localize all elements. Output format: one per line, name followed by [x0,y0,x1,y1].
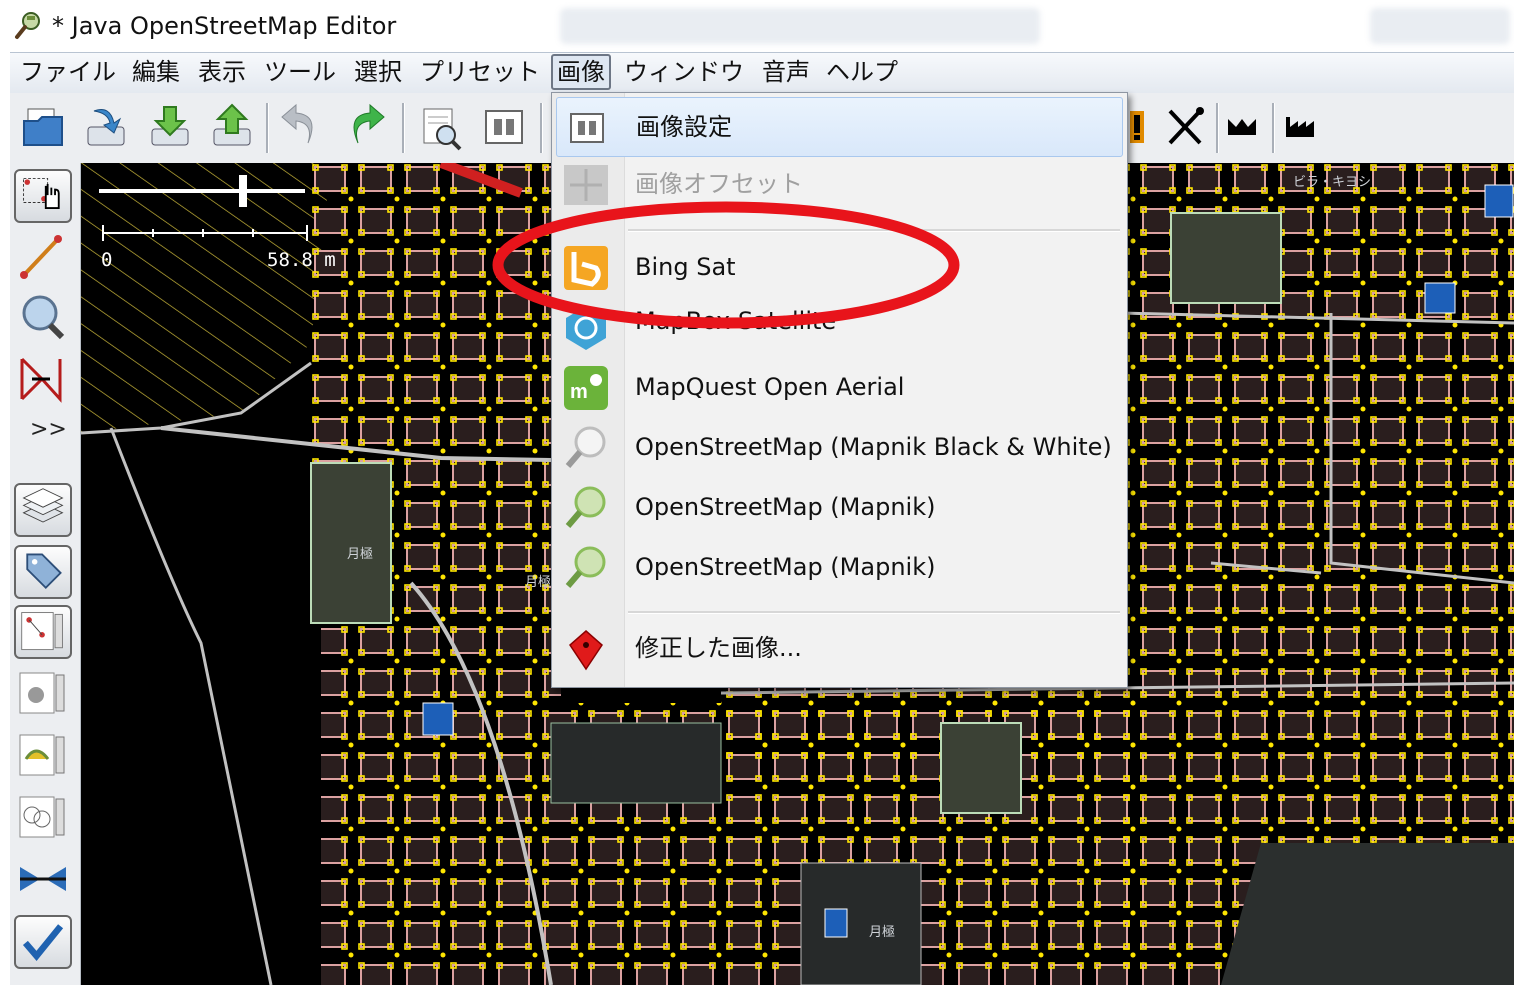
relations-icon[interactable] [14,667,72,721]
menu-item-osm-mapnik-2[interactable]: OpenStreetMap (Mapnik) [552,538,1127,596]
map-parking-label: 月極 [869,925,896,940]
menu-item-label-obscured: MapBox Satellite [635,307,837,335]
menu-audio[interactable]: 音声 [758,53,814,91]
svg-text:m: m [570,381,588,403]
window-title: * Java OpenStreetMap Editor [52,12,397,40]
menu-item-label: OpenStreetMap (Mapnik) [635,493,936,521]
menu-file[interactable]: ファイル [16,53,120,91]
imagery-settings-icon[interactable] [478,101,530,153]
menu-tools[interactable]: ツール [260,53,340,91]
toolbar-separator [266,103,269,153]
menu-item-label: 画像設定 [636,113,732,141]
mapbox-icon [566,306,606,350]
draw-mode-icon[interactable] [14,231,72,285]
select-mode-icon[interactable] [14,169,72,223]
menu-separator [628,611,1120,614]
menu-edit[interactable]: 編集 [128,53,184,91]
map-parking-label: 月極 [347,547,374,562]
menu-item-imagery-preferences[interactable]: 画像設定 [556,97,1123,157]
toolbar-separator [1272,103,1275,153]
menu-item-label: 画像オフセット [635,170,803,198]
menu-view[interactable]: 表示 [194,53,250,91]
josm-logo-icon [15,12,40,39]
menu-select[interactable]: 選択 [350,53,406,91]
upload-icon[interactable] [206,101,258,153]
magnifier-green-icon [565,546,606,588]
menu-item-osm-mapnik-bw[interactable]: OpenStreetMap (Mapnik Black & White) [552,418,1127,476]
magnifier-green-icon [565,486,606,528]
validation-check-icon[interactable] [14,915,72,969]
menu-item-rectified-image[interactable]: 修正した画像... [552,619,1127,677]
undo-icon[interactable] [274,101,326,153]
imagery-menu: 画像設定 画像オフセット Bing Sat MapBox Satellite m… [551,92,1128,688]
selection-list-icon[interactable] [14,605,72,659]
map-building-name-label: ビラ・キヨシ [1293,175,1372,190]
scale-start-label: 0 [101,249,113,271]
menu-item-label: OpenStreetMap (Mapnik Black & White) [635,433,1112,461]
red-pin-icon [569,630,603,671]
imagery-preferences-icon [570,113,604,143]
menu-presets[interactable]: プリセット [416,53,544,91]
more-tools-icon[interactable]: >> [30,417,67,442]
preferences-icon[interactable] [414,101,466,153]
tags-icon[interactable] [14,545,72,599]
redo-icon[interactable] [340,101,392,153]
map-parking-label: 月極 [525,575,552,590]
menu-bar: ファイル 編集 表示 ツール 選択 プリセット 画像 ウィンドウ 音声 ヘルプ [10,52,1514,94]
menu-item-mapbox-satellite[interactable]: MapBox Satellite [552,298,1127,356]
save-icon[interactable] [144,101,196,153]
blurred-window-controls [1370,8,1510,44]
conflict-icon[interactable] [14,791,72,845]
menu-item-osm-mapnik[interactable]: OpenStreetMap (Mapnik) [552,478,1127,536]
menu-item-label: Bing Sat [635,253,736,281]
menu-imagery[interactable]: 画像 [551,54,611,90]
menu-separator [628,229,1120,232]
layers-icon[interactable] [14,483,72,537]
left-toolbar: >> [10,163,81,985]
menu-item-label: MapQuest Open Aerial [635,373,905,401]
tools-cross-icon[interactable] [1160,101,1212,153]
open-file-icon[interactable] [18,101,70,153]
scale-end-label: 58.8 m [267,249,336,271]
menu-help[interactable]: ヘルプ [822,53,902,91]
bing-icon [564,246,608,290]
toolbar-separator [540,103,543,153]
menu-windows[interactable]: ウィンドウ [620,53,748,91]
magnifier-bw-icon [565,426,606,468]
menu-item-imagery-offset[interactable]: 画像オフセット [552,155,1127,213]
download-data-icon[interactable] [80,101,132,153]
toolbar-separator [402,103,405,153]
menu-item-mapquest-open-aerial[interactable]: m MapQuest Open Aerial [552,358,1127,416]
history-icon[interactable] [14,729,72,783]
mapquest-icon: m [564,366,608,410]
imagery-offset-icon [564,165,608,205]
menu-item-label: OpenStreetMap (Mapnik) [635,553,936,581]
title-bar: * Java OpenStreetMap Editor [0,0,1514,52]
improve-way-icon[interactable] [14,353,72,407]
menu-item-label: 修正した画像... [635,634,802,662]
blurred-title-area [560,8,1040,44]
zoom-mode-icon[interactable] [14,291,72,345]
menu-item-bing-sat[interactable]: Bing Sat [552,238,1127,296]
building-preset-icon[interactable] [1218,101,1270,153]
merge-icon[interactable] [14,853,72,907]
industrial-preset-icon[interactable] [1276,101,1328,153]
